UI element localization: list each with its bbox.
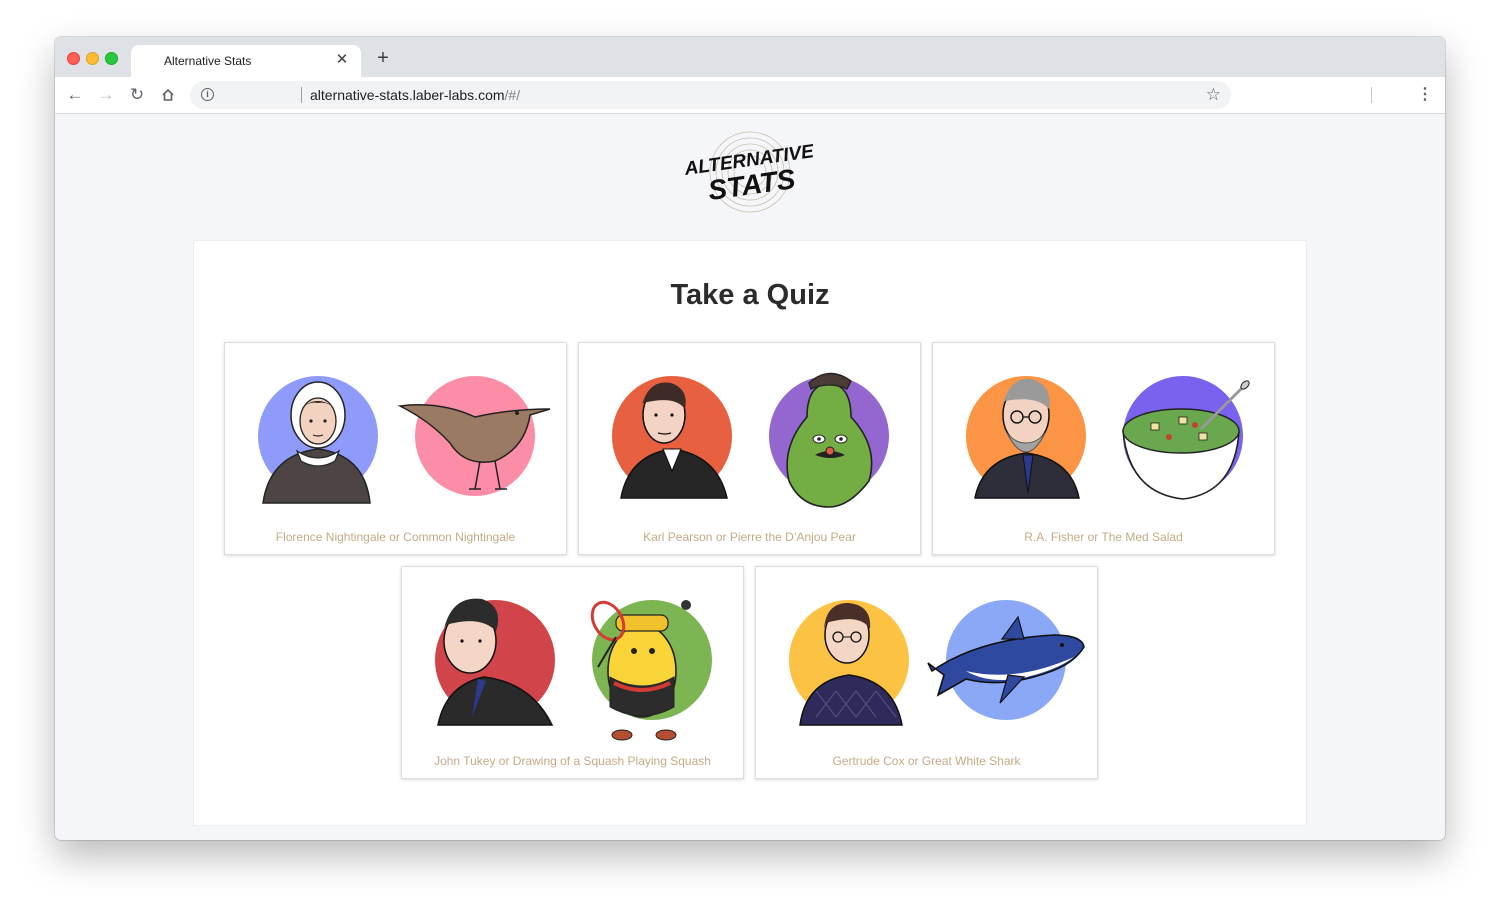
quiz-card-illustration <box>789 600 1085 726</box>
omnibox-divider <box>301 87 302 103</box>
quiz-card-label: John Tukey or Drawing of a Squash Playin… <box>434 754 711 768</box>
alternative-stats-logo[interactable]: ALTERNATIVE STATS <box>675 124 825 216</box>
quiz-card-illustration <box>966 376 1250 500</box>
quiz-card-fisher[interactable]: R.A. Fisher or The Med Salad <box>932 342 1275 555</box>
quiz-card-cox[interactable]: Gertrude Cox or Great White Shark <box>755 566 1098 779</box>
back-arrow-icon[interactable]: ← <box>64 84 86 106</box>
quiz-card-tukey[interactable]: John Tukey or Drawing of a Squash Playin… <box>401 566 744 779</box>
close-window-button[interactable] <box>67 52 80 65</box>
quiz-card-illustration <box>612 372 889 508</box>
maximize-window-button[interactable] <box>105 52 118 65</box>
page-viewport: ALTERNATIVE STATS Take a Quiz Florence N… <box>55 114 1445 840</box>
quiz-card-nightingale[interactable]: Florence Nightingale or Common Nightinga… <box>224 342 567 555</box>
page-title: Take a Quiz <box>670 279 830 311</box>
quiz-card-label: R.A. Fisher or The Med Salad <box>1024 530 1183 544</box>
tab-title: Alternative Stats <box>164 54 252 68</box>
quiz-card-illustration <box>435 598 712 741</box>
plus-icon[interactable]: + <box>373 48 393 68</box>
forward-arrow-icon[interactable]: → <box>95 84 117 106</box>
toolbar-divider <box>1371 87 1372 103</box>
home-icon[interactable] <box>157 84 179 106</box>
url-text[interactable]: alternative-stats.laber-labs.com/#/ <box>310 87 520 103</box>
quiz-card-illustration <box>258 376 551 504</box>
quiz-card-label: Karl Pearson or Pierre the D’Anjou Pear <box>643 530 856 544</box>
kebab-menu-icon[interactable]: ⋮ <box>1417 85 1433 105</box>
browser-window: Alternative Stats ✕ + ← → ↻ i alternativ… <box>55 37 1445 840</box>
quiz-panel: Take a Quiz Florence Nightingale or Comm… <box>194 241 1306 825</box>
info-icon[interactable]: i <box>201 88 214 101</box>
browser-toolbar: ← → ↻ i alternative-stats.laber-labs.com… <box>55 77 1445 114</box>
browser-tab[interactable]: Alternative Stats ✕ <box>131 45 361 77</box>
tab-bar: Alternative Stats ✕ + <box>55 37 1445 77</box>
quiz-card-label: Gertrude Cox or Great White Shark <box>832 754 1021 768</box>
reload-icon[interactable]: ↻ <box>126 84 148 106</box>
close-icon[interactable]: ✕ <box>333 51 351 69</box>
quiz-card-label: Florence Nightingale or Common Nightinga… <box>275 530 516 544</box>
quiz-card-pearson[interactable]: Karl Pearson or Pierre the D’Anjou Pear <box>578 342 921 555</box>
address-bar[interactable]: i alternative-stats.laber-labs.com/#/ ☆ <box>190 81 1231 109</box>
star-icon[interactable]: ☆ <box>1206 85 1221 105</box>
minimize-window-button[interactable] <box>86 52 99 65</box>
